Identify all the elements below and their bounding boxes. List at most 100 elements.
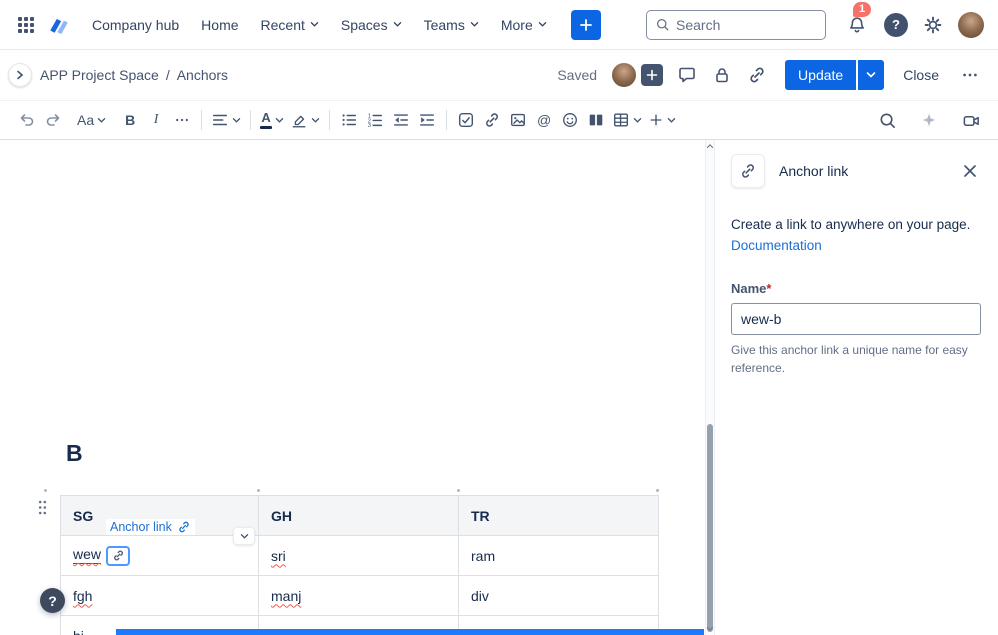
table-row: fgh manj div bbox=[60, 575, 659, 616]
scroll-up-icon[interactable] bbox=[706, 143, 714, 149]
user-avatar[interactable] bbox=[958, 11, 984, 38]
nav-company-hub[interactable]: Company hub bbox=[92, 17, 179, 33]
collaborator-avatar[interactable] bbox=[610, 61, 639, 89]
link-icon bbox=[731, 154, 765, 188]
mention-button[interactable]: @ bbox=[531, 106, 557, 134]
undo-button[interactable] bbox=[14, 106, 40, 134]
text-format-more-button[interactable] bbox=[169, 106, 195, 134]
nav-home[interactable]: Home bbox=[201, 17, 238, 33]
settings-button[interactable] bbox=[920, 12, 946, 38]
more-actions-button[interactable] bbox=[958, 63, 982, 87]
toolbar-divider bbox=[201, 110, 203, 130]
table-dropdown[interactable] bbox=[609, 106, 645, 134]
cell-options-button[interactable] bbox=[234, 528, 254, 544]
anchor-chip[interactable] bbox=[106, 545, 131, 566]
anchor-link-icon bbox=[177, 520, 191, 534]
anchor-link-hover-label[interactable]: Anchor link bbox=[106, 519, 195, 535]
table-header-cell[interactable]: GH bbox=[258, 495, 459, 536]
alignment-dropdown[interactable] bbox=[208, 106, 244, 134]
text-style-dropdown[interactable]: Aa bbox=[74, 106, 109, 134]
scrollbar-thumb[interactable] bbox=[707, 424, 713, 632]
redo-button[interactable] bbox=[40, 106, 66, 134]
insert-more-dropdown[interactable] bbox=[645, 106, 679, 134]
table-header-cell[interactable]: TR bbox=[458, 495, 659, 536]
page-header: APP Project Space / Anchors Saved Update bbox=[0, 50, 998, 100]
app-switcher-button[interactable] bbox=[14, 13, 38, 37]
table-drag-handle-icon[interactable] bbox=[35, 497, 50, 518]
table-cell[interactable]: fgh bbox=[60, 575, 259, 616]
close-button[interactable]: Close bbox=[893, 63, 949, 87]
layouts-button[interactable] bbox=[583, 106, 609, 134]
bold-button[interactable]: B bbox=[117, 106, 143, 134]
table-cell[interactable]: wew bbox=[60, 528, 259, 576]
anchor-name-input[interactable] bbox=[731, 303, 981, 336]
toolbar-right-group bbox=[874, 106, 984, 134]
outdent-button[interactable] bbox=[388, 106, 414, 134]
record-video-button[interactable] bbox=[958, 106, 984, 134]
restrictions-button[interactable] bbox=[709, 62, 735, 88]
task-list-button[interactable] bbox=[453, 106, 479, 134]
sparkle-icon bbox=[920, 111, 938, 129]
table-cell[interactable]: manj bbox=[258, 575, 459, 616]
anchor-link-panel: Anchor link Create a link to anywhere on… bbox=[715, 140, 998, 635]
global-search[interactable] bbox=[646, 9, 826, 40]
invite-button[interactable] bbox=[639, 62, 666, 88]
scroll-down-icon[interactable] bbox=[706, 626, 714, 632]
editor-scrollbar[interactable] bbox=[705, 140, 715, 635]
text-color-dropdown[interactable]: A bbox=[257, 106, 287, 134]
table-icon bbox=[612, 111, 630, 129]
insert-image-button[interactable] bbox=[505, 106, 531, 134]
table-cell[interactable]: div bbox=[458, 575, 659, 616]
comment-button[interactable] bbox=[674, 62, 700, 88]
image-icon bbox=[509, 111, 527, 129]
insert-link-button[interactable] bbox=[479, 106, 505, 134]
chevron-down-icon bbox=[633, 117, 642, 124]
horizontal-scrollbar[interactable] bbox=[116, 629, 704, 635]
copy-link-button[interactable] bbox=[744, 62, 770, 88]
table-cell[interactable]: sri bbox=[258, 535, 459, 576]
find-replace-button[interactable] bbox=[874, 106, 900, 134]
editor-toolbar: Aa B I A 123 @ bbox=[0, 100, 998, 140]
bullet-list-button[interactable] bbox=[336, 106, 362, 134]
nav-spaces[interactable]: Spaces bbox=[341, 17, 402, 33]
breadcrumb-space-link[interactable]: APP Project Space bbox=[40, 67, 159, 83]
indent-button[interactable] bbox=[414, 106, 440, 134]
panel-close-button[interactable] bbox=[959, 160, 981, 182]
notification-badge[interactable]: 1 bbox=[853, 1, 872, 17]
highlight-color-dropdown[interactable] bbox=[287, 106, 323, 134]
question-glyph: ? bbox=[892, 17, 900, 32]
update-button[interactable]: Update bbox=[785, 60, 857, 90]
breadcrumb-page-link[interactable]: Anchors bbox=[177, 67, 228, 83]
row-handle-dot bbox=[44, 489, 47, 492]
question-glyph: ? bbox=[48, 592, 57, 609]
help-button[interactable]: ? bbox=[884, 12, 908, 37]
update-dropdown-button[interactable] bbox=[858, 60, 885, 90]
required-asterisk: * bbox=[766, 281, 772, 297]
numbered-list-icon: 123 bbox=[366, 111, 384, 129]
search-input[interactable] bbox=[676, 16, 817, 33]
editor-canvas[interactable]: B Anchor link SG GH TR wew sri ram fgh m… bbox=[0, 140, 705, 635]
confluence-logo-icon[interactable] bbox=[48, 14, 70, 36]
documentation-link[interactable]: Documentation bbox=[731, 238, 822, 253]
ai-button[interactable] bbox=[916, 106, 942, 134]
content-table[interactable]: SG GH TR wew sri ram fgh manj div bbox=[60, 495, 659, 635]
ellipsis-icon bbox=[961, 66, 979, 84]
toolbar-divider bbox=[329, 110, 331, 130]
nav-more[interactable]: More bbox=[501, 17, 547, 33]
table-cell[interactable]: ram bbox=[458, 535, 659, 576]
numbered-list-button[interactable]: 123 bbox=[362, 106, 388, 134]
nav-recent[interactable]: Recent bbox=[261, 17, 319, 33]
document-heading[interactable]: B bbox=[66, 440, 83, 467]
toolbar-divider bbox=[250, 110, 252, 130]
page-header-actions: Saved Update Close bbox=[557, 60, 982, 90]
create-button[interactable] bbox=[570, 9, 601, 40]
nav-teams[interactable]: Teams bbox=[424, 17, 479, 33]
expand-sidebar-button[interactable] bbox=[8, 63, 32, 87]
table-row: wew sri ram bbox=[60, 528, 659, 576]
italic-button[interactable]: I bbox=[143, 106, 169, 134]
chevron-down-icon bbox=[538, 21, 547, 28]
confluence-app: Company hub Home Recent Spaces Teams Mor… bbox=[0, 0, 998, 635]
emoji-button[interactable] bbox=[557, 106, 583, 134]
app-grid-icon bbox=[17, 16, 35, 34]
help-fab-button[interactable]: ? bbox=[40, 588, 65, 613]
